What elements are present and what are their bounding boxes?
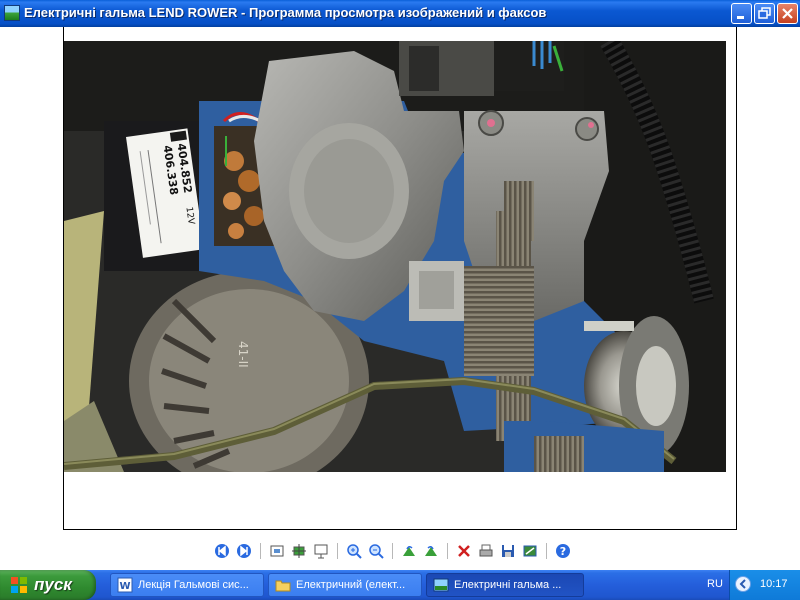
rotate-clockwise-icon <box>403 545 415 556</box>
viewer-toolbar: ? <box>213 542 572 560</box>
taskbar-item-word[interactable]: W Лекція Гальмові сис... <box>110 573 264 597</box>
slideshow-icon <box>314 544 328 559</box>
zoom-out-icon <box>369 544 384 559</box>
delete-button[interactable] <box>455 542 473 560</box>
best-fit-button[interactable] <box>268 542 286 560</box>
slideshow-button[interactable] <box>312 542 330 560</box>
print-icon <box>479 544 493 557</box>
taskbar: пуск W Лекція Гальмові сис... Електрични… <box>0 570 800 600</box>
maximize-icon <box>758 7 771 19</box>
window-title: Електричні гальма LEND ROWER - Программа… <box>24 5 547 20</box>
minimize-button[interactable] <box>731 3 752 24</box>
toolbar-separator <box>260 543 261 559</box>
next-image-button[interactable] <box>235 542 253 560</box>
start-button[interactable]: пуск <box>0 570 96 600</box>
zoom-in-icon <box>347 544 362 559</box>
title-bar[interactable]: Електричні гальма LEND ROWER - Программа… <box>0 0 800 27</box>
print-button[interactable] <box>477 542 495 560</box>
clock: 10:17 <box>760 578 788 590</box>
taskbar-item-folder[interactable]: Електричний (елект... <box>268 573 422 597</box>
zoom-out-button[interactable] <box>367 542 385 560</box>
image-viewer-icon <box>433 578 449 592</box>
close-icon <box>782 8 793 19</box>
edit-button[interactable] <box>521 542 539 560</box>
previous-image-button[interactable] <box>213 542 231 560</box>
toolbar-separator <box>392 543 393 559</box>
toolbar-separator <box>337 543 338 559</box>
actual-size-button[interactable] <box>290 542 308 560</box>
previous-image-icon <box>215 544 229 558</box>
image-viewer-icon <box>4 5 20 21</box>
maximize-button[interactable] <box>754 3 775 24</box>
minimize-icon <box>737 16 744 19</box>
taskbar-item-label: Лекція Гальмові сис... <box>138 579 249 591</box>
close-button[interactable] <box>777 3 798 24</box>
word-document-icon: W <box>117 577 133 593</box>
actual-size-icon <box>292 544 306 558</box>
zoom-in-button[interactable] <box>345 542 363 560</box>
toolbar-separator <box>447 543 448 559</box>
chevron-left-icon <box>739 579 746 589</box>
svg-text:41-II: 41-II <box>236 341 250 368</box>
taskbar-item-label: Електричний (елект... <box>296 579 406 591</box>
rotate-counterclockwise-icon <box>425 545 437 556</box>
start-label: пуск <box>34 575 72 594</box>
rotate-counterclockwise-button[interactable] <box>422 542 440 560</box>
save-icon <box>502 545 514 557</box>
save-button[interactable] <box>499 542 517 560</box>
svg-text:?: ? <box>560 545 566 558</box>
help-button[interactable]: ? <box>554 542 572 560</box>
best-fit-icon <box>270 545 284 557</box>
image-viewer-area: 41-II 404.852 406.338 12V <box>0 27 800 570</box>
svg-text:W: W <box>119 581 130 592</box>
edit-icon <box>523 545 537 557</box>
taskbar-item-image-viewer[interactable]: Електричні гальма ... <box>426 573 584 597</box>
system-tray: 10:17 <box>729 570 800 600</box>
help-icon: ? <box>556 544 570 558</box>
brake-motor-photo: 41-II 404.852 406.338 12V <box>64 41 726 472</box>
toolbar-separator <box>546 543 547 559</box>
folder-icon <box>275 580 291 592</box>
rotate-clockwise-button[interactable] <box>400 542 418 560</box>
language-indicator[interactable]: RU <box>707 578 723 590</box>
show-hidden-icons-button[interactable] <box>735 576 751 592</box>
windows-logo-icon <box>11 577 27 593</box>
delete-icon <box>458 545 470 557</box>
taskbar-item-label: Електричні гальма ... <box>454 579 562 591</box>
next-image-icon <box>237 544 251 558</box>
